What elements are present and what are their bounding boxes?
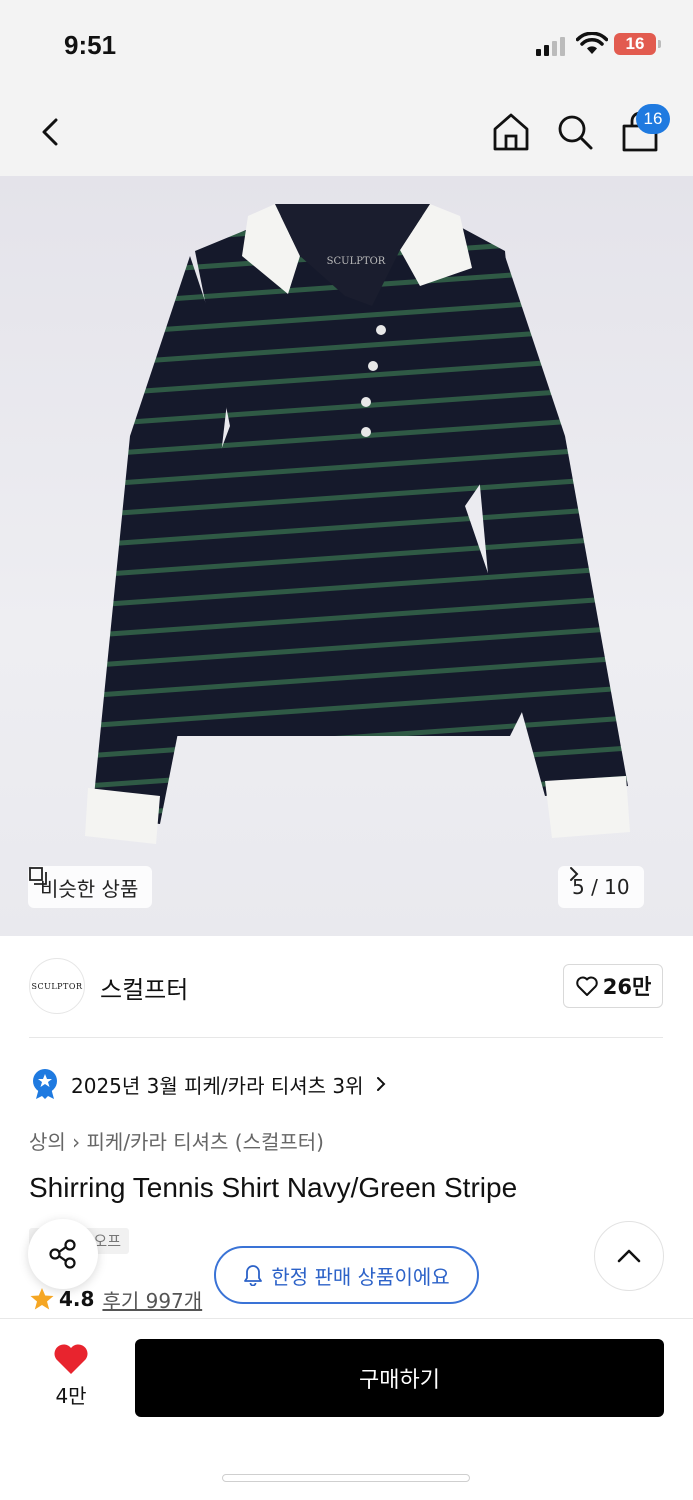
wishlist-count: 4만 — [55, 1384, 87, 1408]
chevron-right-icon — [570, 867, 579, 881]
share-icon — [49, 1239, 76, 1269]
limited-sale-label: 한정 판매 상품이에요 — [271, 1264, 450, 1289]
rating-score: 4.8 — [59, 1287, 95, 1311]
brand-like-button[interactable]: 26만 — [563, 964, 663, 1008]
image-pager-count: 5 / 10 — [572, 875, 630, 899]
bell-icon — [244, 1265, 263, 1286]
share-button[interactable] — [28, 1219, 98, 1289]
back-icon[interactable] — [34, 112, 68, 152]
ranking-text: 2025년 3월 피케/카라 티셔츠 3위 — [71, 1073, 364, 1098]
garment-label-text: SCULPTOR — [327, 256, 386, 267]
status-bar: 9:51 16 — [0, 0, 693, 90]
review-count-link[interactable]: 후기 997개 — [102, 1285, 202, 1314]
battery-indicator: 16 — [614, 33, 661, 55]
product-rating[interactable]: 4.8 후기 997개 — [29, 1284, 202, 1314]
brand-name[interactable]: 스컬프터 — [100, 970, 188, 1005]
similar-products-label: 비슷한 상품 — [40, 876, 139, 901]
product-image: SCULPTOR — [85, 204, 630, 844]
home-icon[interactable] — [490, 110, 532, 154]
heart-filled-icon — [54, 1344, 88, 1374]
brand-logo[interactable]: SCULPTOR — [29, 958, 85, 1014]
cart-count-badge: 16 — [636, 104, 670, 134]
image-pager[interactable]: 5 / 10 — [558, 866, 644, 908]
category-breadcrumb[interactable]: 상의 › 피케/카라 티셔츠 (스컬프터) — [29, 1126, 324, 1155]
chevron-right-icon — [376, 1077, 385, 1091]
chevron-up-icon — [617, 1249, 641, 1263]
top-navigation — [0, 90, 693, 176]
buy-button[interactable]: 구매하기 — [135, 1339, 664, 1417]
limited-sale-notice[interactable]: 한정 판매 상품이에요 — [214, 1246, 479, 1304]
divider — [29, 1037, 663, 1038]
ranking-medal-icon — [33, 1069, 57, 1099]
similar-icon — [29, 867, 47, 885]
home-indicator — [222, 1474, 470, 1482]
star-icon — [30, 1288, 54, 1310]
brand-like-count: 26만 — [602, 975, 652, 999]
search-icon[interactable] — [554, 110, 596, 154]
cellular-signal-icon — [536, 37, 565, 56]
product-image-gallery[interactable]: SCULPTOR 비슷한 상품 5 / 10 — [0, 176, 693, 936]
status-time: 9:51 — [64, 30, 117, 60]
similar-products-button[interactable]: 비슷한 상품 — [28, 866, 153, 908]
scroll-top-button[interactable] — [594, 1221, 664, 1291]
wishlist-button[interactable]: 4만 — [44, 1342, 98, 1412]
ranking-link[interactable]: 2025년 3월 피케/카라 티셔츠 3위 — [31, 1066, 386, 1102]
product-title: Shirring Tennis Shirt Navy/Green Stripe — [29, 1172, 518, 1203]
wifi-icon — [576, 32, 608, 54]
heart-outline-icon — [575, 976, 598, 996]
